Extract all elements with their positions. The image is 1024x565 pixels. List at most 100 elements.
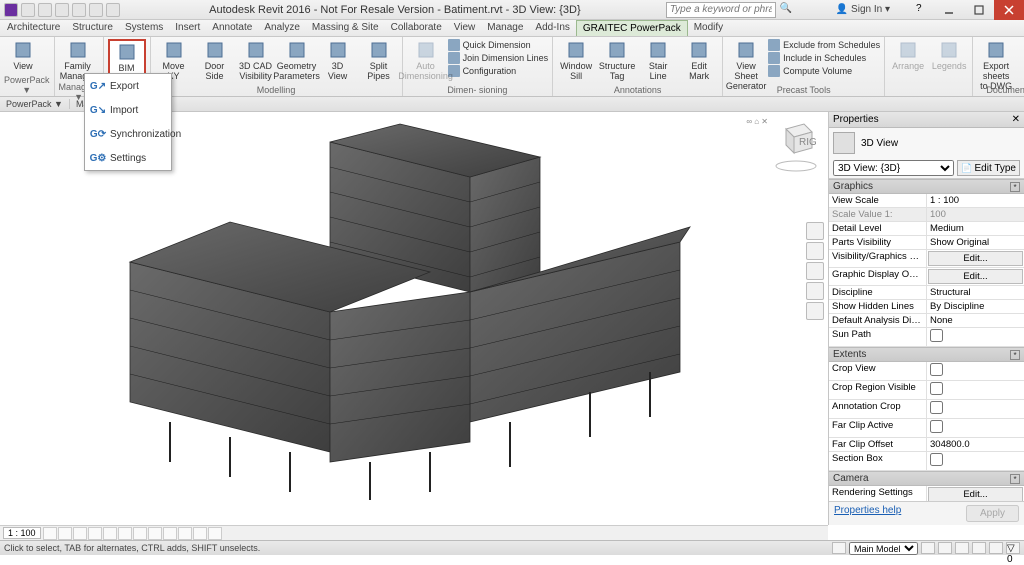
tab-manage[interactable]: Manage: [481, 20, 529, 36]
orbit-icon[interactable]: [806, 282, 824, 300]
view-button[interactable]: View: [4, 39, 42, 72]
temphide-icon[interactable]: [163, 527, 177, 540]
dd-settings[interactable]: G⚙Settings: [85, 146, 171, 170]
3d-viewport[interactable]: ∞ ⌂ ✕: [0, 112, 828, 525]
viewport-quick-icons[interactable]: ∞ ⌂ ✕: [746, 117, 768, 126]
select-pinned-icon[interactable]: [955, 542, 969, 554]
properties-close-icon[interactable]: ✕: [1012, 114, 1020, 125]
displace-icon[interactable]: [208, 527, 222, 540]
filter-icon[interactable]: ▽ 0: [1006, 542, 1020, 554]
workset-icon[interactable]: [832, 542, 846, 554]
showcrop-icon[interactable]: [133, 527, 147, 540]
tab-massing-site[interactable]: Massing & Site: [306, 20, 385, 36]
sign-in[interactable]: 👤 Sign In ▾: [830, 4, 896, 15]
zoom-icon[interactable]: [806, 262, 824, 280]
properties-help-link[interactable]: Properties help: [834, 505, 901, 522]
tab-collaborate[interactable]: Collaborate: [385, 20, 448, 36]
configuration[interactable]: Configuration: [448, 65, 549, 77]
prop-value[interactable]: Medium: [927, 222, 1024, 235]
crop-icon[interactable]: [118, 527, 132, 540]
visual-style-icon[interactable]: [58, 527, 72, 540]
3d-cad-visibility[interactable]: 3D CADVisibility: [237, 39, 275, 82]
tab-modify[interactable]: Modify: [688, 20, 729, 36]
section-extents[interactable]: Extents*: [829, 347, 1024, 362]
navcube-compass-icon[interactable]: [774, 159, 818, 173]
apply-button[interactable]: Apply: [966, 505, 1019, 522]
qat-undo-icon[interactable]: [55, 3, 69, 17]
exclude-schedules[interactable]: Exclude from Schedules: [768, 39, 880, 51]
select-underlay-icon[interactable]: [938, 542, 952, 554]
help-icon[interactable]: ?: [916, 3, 930, 17]
qat-open-icon[interactable]: [21, 3, 35, 17]
search-icon[interactable]: 🔍: [780, 3, 794, 17]
tab-analyze[interactable]: Analyze: [258, 20, 306, 36]
3d-view[interactable]: 3DView: [319, 39, 357, 82]
infocenter-search[interactable]: [666, 2, 776, 18]
split-pipes[interactable]: SplitPipes: [360, 39, 398, 82]
excel-link[interactable]: ExcelLink: [1018, 39, 1024, 82]
close-button[interactable]: [994, 0, 1024, 20]
dd-synchronization[interactable]: G⟳Synchronization: [85, 122, 171, 146]
tab-insert[interactable]: Insert: [169, 20, 206, 36]
edit-mark[interactable]: Edit Mark: [680, 39, 718, 82]
edit-type-button[interactable]: 📄 Edit Type: [957, 160, 1020, 176]
dd-import[interactable]: G↘Import: [85, 98, 171, 122]
qat-save-icon[interactable]: [38, 3, 52, 17]
rendering-icon[interactable]: [103, 527, 117, 540]
shadows-icon[interactable]: [88, 527, 102, 540]
section-graphics[interactable]: Graphics*: [829, 179, 1024, 194]
prop-value[interactable]: Edit...: [928, 251, 1023, 266]
prop-value[interactable]: 304800.0: [927, 438, 1024, 451]
prop-value[interactable]: Edit...: [928, 269, 1023, 284]
qat-print-icon[interactable]: [89, 3, 103, 17]
analytical-icon[interactable]: [193, 527, 207, 540]
tab-architecture[interactable]: Architecture: [1, 20, 66, 36]
view-scale[interactable]: 1 : 100: [3, 527, 41, 539]
tab-add-ins[interactable]: Add-Ins: [529, 20, 575, 36]
tab-graitec-powerpack[interactable]: GRAITEC PowerPack: [576, 20, 688, 36]
powerpack-panel-drop[interactable]: PowerPack ▼: [0, 99, 70, 109]
navcube[interactable]: RIGHT: [774, 117, 818, 173]
prop-value[interactable]: [927, 419, 1024, 437]
instance-selector[interactable]: 3D View: {3D}: [833, 160, 954, 176]
pan-icon[interactable]: [806, 242, 824, 260]
quick-dimension[interactable]: Quick Dimension: [448, 39, 549, 51]
reveal-icon[interactable]: [178, 527, 192, 540]
section-camera[interactable]: Camera*: [829, 471, 1024, 486]
compute-volume[interactable]: Compute Volume: [768, 65, 880, 77]
tab-view[interactable]: View: [448, 20, 482, 36]
tab-annotate[interactable]: Annotate: [206, 20, 258, 36]
steering-wheel-icon[interactable]: [806, 222, 824, 240]
prop-value[interactable]: By Discipline: [927, 300, 1024, 313]
include-schedules[interactable]: Include in Schedules: [768, 52, 880, 64]
exchange-icon[interactable]: [812, 3, 826, 17]
prop-value[interactable]: None: [927, 314, 1024, 327]
select-links-icon[interactable]: [921, 542, 935, 554]
select-face-icon[interactable]: [972, 542, 986, 554]
qat-redo-icon[interactable]: [72, 3, 86, 17]
tab-structure[interactable]: Structure: [66, 20, 119, 36]
geometry-parameters[interactable]: GeometryParameters: [278, 39, 316, 82]
prop-value[interactable]: Edit...: [928, 487, 1023, 501]
window-sill[interactable]: WindowSill: [557, 39, 595, 82]
navigation-bar[interactable]: [806, 222, 824, 320]
prop-value[interactable]: [927, 400, 1024, 418]
prop-value[interactable]: 1 : 100: [927, 194, 1024, 207]
lock3d-icon[interactable]: [148, 527, 162, 540]
drag-icon[interactable]: [989, 542, 1003, 554]
prop-value[interactable]: [927, 328, 1024, 346]
join-dimension-lines[interactable]: Join Dimension Lines: [448, 52, 549, 64]
door-side[interactable]: DoorSide: [196, 39, 234, 82]
prop-value[interactable]: [927, 381, 1024, 399]
sunpath-icon[interactable]: [73, 527, 87, 540]
maximize-button[interactable]: [964, 0, 994, 20]
design-options-select[interactable]: Main Model: [849, 542, 918, 555]
prop-value[interactable]: [927, 362, 1024, 380]
prop-value[interactable]: Show Original: [927, 236, 1024, 249]
dd-export[interactable]: G↗Export: [85, 74, 171, 98]
tab-systems[interactable]: Systems: [119, 20, 169, 36]
prop-value[interactable]: [927, 452, 1024, 470]
prop-value[interactable]: Structural: [927, 286, 1024, 299]
lookaround-icon[interactable]: [806, 302, 824, 320]
minimize-button[interactable]: [934, 0, 964, 20]
